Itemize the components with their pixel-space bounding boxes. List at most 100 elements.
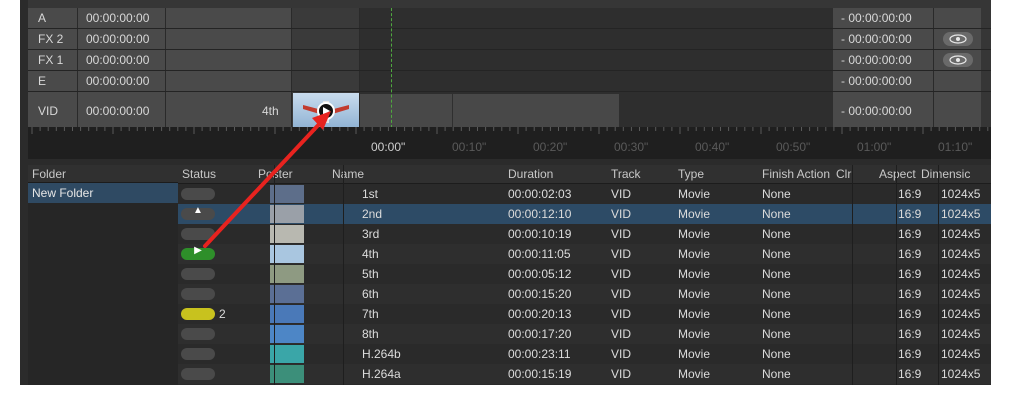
cue-finish-action[interactable]: None xyxy=(762,184,842,204)
track-end-time[interactable]: - 00:00:00:00 xyxy=(833,29,933,49)
column-header-status[interactable]: Status xyxy=(182,165,252,183)
track-visibility-cell[interactable] xyxy=(933,29,981,49)
track-timeline-lane[interactable] xyxy=(360,8,833,28)
poster-thumbnail[interactable] xyxy=(270,245,304,263)
track-timeline-lane[interactable] xyxy=(360,50,833,70)
track-end-time[interactable]: - 00:00:00:00 xyxy=(833,92,933,130)
track-clip-slot[interactable] xyxy=(292,8,360,28)
column-header-clr[interactable]: Clr xyxy=(836,165,866,183)
track-row-fx-1[interactable]: FX 1 00:00:00:00 - 00:00:00:00 xyxy=(28,50,991,71)
track-start-time[interactable]: 00:00:00:00 xyxy=(78,8,166,28)
cue-name[interactable]: H.264a xyxy=(362,364,502,384)
column-header-name[interactable]: Name xyxy=(332,165,492,183)
track-timeline-lane[interactable] xyxy=(360,92,833,130)
column-header-finish-action[interactable]: Finish Action xyxy=(762,165,834,183)
track-visibility-cell[interactable] xyxy=(933,8,981,28)
status-button[interactable] xyxy=(181,368,215,380)
poster-thumbnail[interactable] xyxy=(270,305,304,323)
folder-item-new-folder[interactable]: New Folder xyxy=(28,183,178,203)
column-header-aspect[interactable]: Aspect xyxy=(879,165,919,183)
cue-finish-action[interactable]: None xyxy=(762,224,842,244)
cue-name[interactable]: 5th xyxy=(362,264,502,284)
play-icon[interactable] xyxy=(317,102,335,120)
cue-name[interactable]: 1st xyxy=(362,184,502,204)
vid-clip-thumbnail[interactable] xyxy=(293,93,359,129)
track-row-vid[interactable]: VID 00:00:00:00 - 00:00:00:00 4th xyxy=(28,92,991,131)
track-visibility-cell[interactable] xyxy=(933,71,981,91)
column-header-type[interactable]: Type xyxy=(678,165,758,183)
track-clip-slot[interactable] xyxy=(292,71,360,91)
table-row[interactable]: 2 7th 00:00:20:13 VID Movie None 16:9 1024x5 xyxy=(178,304,991,324)
playhead-line[interactable] xyxy=(391,8,392,128)
folder-column-header[interactable]: Folder xyxy=(28,165,178,183)
poster-thumbnail[interactable] xyxy=(270,205,304,223)
poster-thumbnail[interactable] xyxy=(270,365,304,383)
vid-clip-block[interactable] xyxy=(453,94,619,128)
track-start-time[interactable]: 00:00:00:00 xyxy=(78,92,166,130)
cue-name[interactable]: 7th xyxy=(362,304,502,324)
track-row-fx-2[interactable]: FX 2 00:00:00:00 - 00:00:00:00 xyxy=(28,29,991,50)
cue-name[interactable]: 8th xyxy=(362,324,502,344)
cue-name[interactable]: 4th xyxy=(362,244,502,264)
cue-finish-action[interactable]: None xyxy=(762,244,842,264)
track-end-time[interactable]: - 00:00:00:00 xyxy=(833,8,933,28)
cue-finish-action[interactable]: None xyxy=(762,324,842,344)
track-clip-slot[interactable] xyxy=(292,50,360,70)
column-header-poster[interactable]: Poster xyxy=(258,165,318,183)
poster-thumbnail[interactable] xyxy=(270,285,304,303)
cue-finish-action[interactable]: None xyxy=(762,284,842,304)
poster-thumbnail[interactable] xyxy=(270,185,304,203)
cue-finish-action[interactable]: None xyxy=(762,364,842,384)
table-row[interactable]: 3rd 00:00:10:19 VID Movie None 16:9 1024x5 xyxy=(178,224,991,244)
track-visibility-cell[interactable] xyxy=(933,50,981,70)
track-end-time[interactable]: - 00:00:00:00 xyxy=(833,71,933,91)
poster-thumbnail[interactable] xyxy=(270,345,304,363)
column-header-track[interactable]: Track xyxy=(611,165,671,183)
poster-thumbnail[interactable] xyxy=(270,225,304,243)
cue-name[interactable]: 6th xyxy=(362,284,502,304)
column-header-duration[interactable]: Duration xyxy=(508,165,598,183)
status-button[interactable] xyxy=(181,268,215,280)
status-button[interactable] xyxy=(181,228,215,240)
status-button[interactable]: ▲ xyxy=(181,205,215,220)
track-visibility-cell[interactable] xyxy=(933,92,981,130)
column-header-dimensions[interactable]: Dimensic xyxy=(921,165,985,183)
ruler-label: 00:00" xyxy=(371,140,406,154)
table-row[interactable]: H.264b 00:00:23:11 VID Movie None 16:9 1024x5 xyxy=(178,344,991,364)
status-button[interactable] xyxy=(181,188,215,200)
track-timeline-lane[interactable] xyxy=(360,29,833,49)
status-button[interactable]: ▶ xyxy=(181,245,215,260)
vid-clip-block[interactable] xyxy=(360,94,453,128)
table-row[interactable]: 5th 00:00:05:12 VID Movie None 16:9 1024x5 xyxy=(178,264,991,284)
cue-name[interactable]: 3rd xyxy=(362,224,502,244)
status-button[interactable] xyxy=(181,308,215,320)
cue-finish-action[interactable]: None xyxy=(762,264,842,284)
track-end-time[interactable]: - 00:00:00:00 xyxy=(833,50,933,70)
track-timeline-lane[interactable] xyxy=(360,71,833,91)
track-start-time[interactable]: 00:00:00:00 xyxy=(78,71,166,91)
track-row-e[interactable]: E 00:00:00:00 - 00:00:00:00 xyxy=(28,71,991,92)
track-start-time[interactable]: 00:00:00:00 xyxy=(78,29,166,49)
poster-thumbnail[interactable] xyxy=(270,265,304,283)
cue-name[interactable]: H.264b xyxy=(362,344,502,364)
cue-name[interactable]: 2nd xyxy=(362,204,502,224)
status-button[interactable] xyxy=(181,288,215,300)
table-row[interactable]: 6th 00:00:15:20 VID Movie None 16:9 1024x5 xyxy=(178,284,991,304)
track-clip-slot[interactable] xyxy=(292,29,360,49)
table-row[interactable]: ▶ 4th 00:00:11:05 VID Movie None 16:9 1024x5 xyxy=(178,244,991,264)
track-start-time[interactable]: 00:00:00:00 xyxy=(78,50,166,70)
eye-icon[interactable] xyxy=(942,53,973,67)
table-row[interactable]: H.264a 00:00:15:19 VID Movie None 16:9 1024x5 xyxy=(178,364,991,384)
cue-finish-action[interactable]: None xyxy=(762,204,842,224)
eye-icon[interactable] xyxy=(942,32,973,46)
table-row[interactable]: 8th 00:00:17:20 VID Movie None 16:9 1024x5 xyxy=(178,324,991,344)
status-button[interactable] xyxy=(181,348,215,360)
timeline-ruler[interactable]: 00:00" 00:10" 00:20" 00:30" 00:40" 00:50" 01:0… xyxy=(28,127,991,159)
table-row[interactable]: ▲ 2nd 00:00:12:10 VID Movie None 16:9 1024x5 xyxy=(178,204,991,224)
poster-thumbnail[interactable] xyxy=(270,325,304,343)
table-row[interactable]: 1st 00:00:02:03 VID Movie None 16:9 1024x5 xyxy=(178,184,991,204)
cue-finish-action[interactable]: None xyxy=(762,344,842,364)
status-button[interactable] xyxy=(181,328,215,340)
cue-finish-action[interactable]: None xyxy=(762,304,842,324)
track-row-a[interactable]: A 00:00:00:00 - 00:00:00:00 xyxy=(28,8,991,29)
